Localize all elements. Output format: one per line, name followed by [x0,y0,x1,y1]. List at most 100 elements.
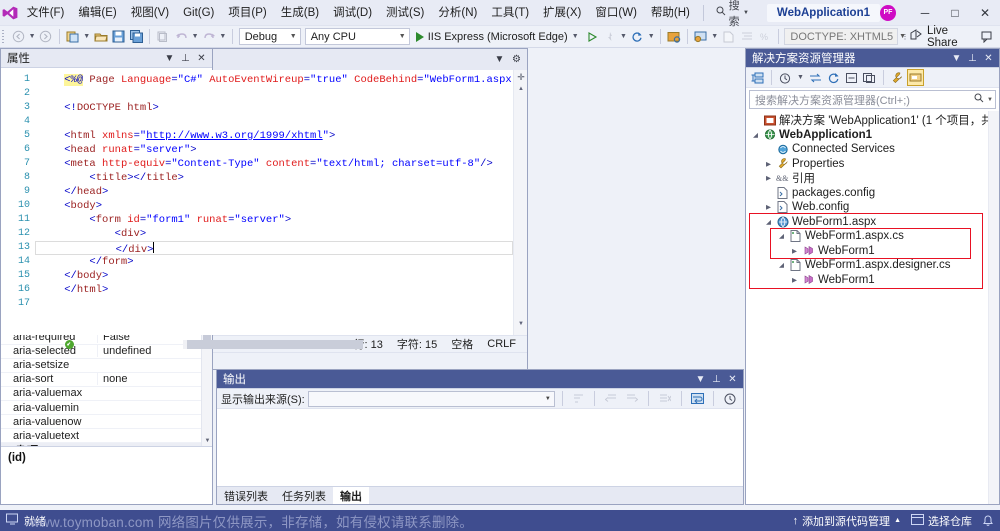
property-row[interactable]: aria-selected undefined [1,345,212,359]
code-line[interactable]: <!DOCTYPE html> [39,101,513,115]
word-wrap-icon[interactable] [689,389,707,409]
tree-node[interactable]: 解决方案 'WebApplication1' (1 个项目，共 1 个) [746,113,999,128]
redo-icon[interactable] [200,27,218,47]
property-value[interactable]: none [97,373,212,386]
avatar[interactable]: PF [880,4,896,21]
undo-icon[interactable] [172,27,190,47]
search-input[interactable]: 搜索 ▼ [710,0,755,28]
menu-item-help[interactable]: 帮助(H) [644,0,697,26]
code-line[interactable]: <title></title> [39,171,513,185]
menu-item-analyze[interactable]: 分析(N) [431,0,484,26]
editor-vertical-scrollbar[interactable]: ✛ ▲ ▼ [513,70,527,335]
code-line[interactable]: <body> [39,199,513,213]
open-file-icon[interactable] [92,27,110,47]
close-icon[interactable]: ✕ [725,372,740,387]
twisty-icon[interactable]: ▶ [762,174,775,182]
property-row[interactable]: aria-valuemin [1,401,212,416]
tree-node[interactable]: Connected Services [746,142,999,157]
chevron-down-icon[interactable]: ▼ [162,51,177,66]
code-line[interactable]: <html xmlns="http://www.w3.org/1999/xhtm… [39,129,513,143]
code-text[interactable]: <%@ Page Language="C#" AutoEventWireup="… [35,70,513,335]
code-line[interactable]: <meta http-equiv="Content-Type" content=… [39,157,513,171]
scroll-down-icon[interactable]: ▼ [202,435,212,446]
twisty-icon[interactable]: ◢ [775,232,788,240]
scroll-up-icon[interactable]: ▲ [514,86,527,98]
code-line[interactable]: <%@ Page Language="C#" AutoEventWireup="… [39,73,513,87]
solution-search-input[interactable]: 搜索解决方案资源管理器(Ctrl+;) ▼ [749,90,996,109]
add-to-source-control-button[interactable]: ↑ 添加到源代码管理 ▲ [793,513,901,529]
menu-item-test[interactable]: 测试(S) [379,0,431,26]
tree-node[interactable]: ▶ Web.config [746,200,999,215]
solution-configuration-select[interactable]: Debug ▼ [238,28,301,45]
clear-all-icon[interactable] [656,389,674,409]
twisty-icon[interactable]: ▶ [788,247,801,255]
code-line[interactable]: </form> [39,255,513,269]
run-button[interactable]: IIS Express (Microsoft Edge) ▼ [412,27,583,47]
pin-icon[interactable]: ⊥ [178,51,193,66]
find-message-icon[interactable] [570,389,588,409]
minimize-button[interactable]: ─ [910,0,940,26]
tree-node[interactable]: packages.config [746,186,999,201]
twisty-icon[interactable]: ▶ [762,160,775,168]
show-all-files-icon[interactable] [861,69,878,86]
cut-icon[interactable] [154,27,172,47]
property-row[interactable]: aria-setsize [1,359,212,373]
chevron-down-icon[interactable]: ▼ [693,372,708,387]
code-line[interactable]: </body> [39,269,513,283]
restart-dropdown-icon[interactable]: ▼ [646,27,656,47]
property-row[interactable]: aria-valuemax [1,387,212,401]
code-line[interactable]: </head> [39,185,513,199]
solution-scrollbar[interactable] [988,111,999,504]
close-icon[interactable]: ✕ [981,51,996,66]
editor-horizontal-scrollbar[interactable]: ◀ ▶ [173,339,363,350]
live-share-button[interactable]: Live Share [910,25,1000,49]
navigate-back-icon[interactable] [9,27,27,47]
browser-link-dropdown-icon[interactable]: ▼ [710,27,720,47]
twisty-icon[interactable]: ◢ [775,261,788,269]
tree-node[interactable]: ▶ WebForm1 [746,244,999,259]
menu-item-build[interactable]: 生成(B) [274,0,326,26]
hot-reload-icon[interactable] [601,27,619,47]
menu-item-git[interactable]: Git(G) [176,0,221,26]
maximize-button[interactable]: □ [940,0,970,26]
chevron-down-icon[interactable]: ▼ [984,97,993,103]
tree-node[interactable]: ◢ WebForm1.aspx.designer.cs [746,258,999,273]
toolbar-grip[interactable] [2,29,9,45]
tree-node[interactable]: ◢ WebForm1.aspx [746,215,999,230]
goto-previous-icon[interactable] [602,389,620,409]
pin-icon[interactable]: ⊥ [965,51,980,66]
browser-preview-icon[interactable] [665,27,683,47]
gear-icon[interactable]: ⚙ [509,52,524,67]
output-content[interactable] [217,409,743,486]
property-row[interactable]: aria-sort none [1,373,212,387]
twisty-icon[interactable]: ◢ [749,131,762,139]
menu-item-debug[interactable]: 调试(D) [326,0,379,26]
solution-tree[interactable]: 解决方案 'WebApplication1' (1 个项目，共 1 个) ◢ Web… [746,111,999,504]
menu-item-project[interactable]: 项目(P) [221,0,273,26]
doctype-select[interactable]: DOCTYPE: XHTML5 ▼ [784,28,906,45]
code-line[interactable]: </html> [39,283,513,297]
restart-icon[interactable] [628,27,646,47]
twisty-icon[interactable]: ◢ [762,218,775,226]
menu-item-view[interactable]: 视图(V) [124,0,176,26]
format-document-icon[interactable] [738,27,756,47]
close-icon[interactable]: ✕ [194,51,209,66]
tree-node[interactable]: ▶ Properties [746,157,999,172]
chevron-down-icon[interactable]: ▼ [949,51,964,66]
notifications-button[interactable] [982,514,994,527]
code-line[interactable]: <head runat="server"> [39,143,513,157]
property-category-row[interactable]: −杂项 [1,443,212,446]
back-dropdown-icon[interactable]: ▼ [27,27,37,47]
new-project-icon[interactable] [64,27,82,47]
refresh-icon[interactable] [825,69,842,86]
solution-platform-select[interactable]: Any CPU ▼ [304,28,410,45]
feedback-icon[interactable] [979,27,996,47]
code-line[interactable]: <form id="form1" runat="server"> [39,213,513,227]
sync-views-icon[interactable] [807,69,824,86]
tab-task-list[interactable]: 任务列表 [275,487,333,504]
select-repository-button[interactable]: 选择仓库 [911,513,972,529]
tab-error-list[interactable]: 错误列表 [217,487,275,504]
chevron-down-icon[interactable]: ▼ [795,68,806,88]
properties-wrench-icon[interactable] [889,69,906,86]
comment-icon[interactable]: % [756,27,774,47]
